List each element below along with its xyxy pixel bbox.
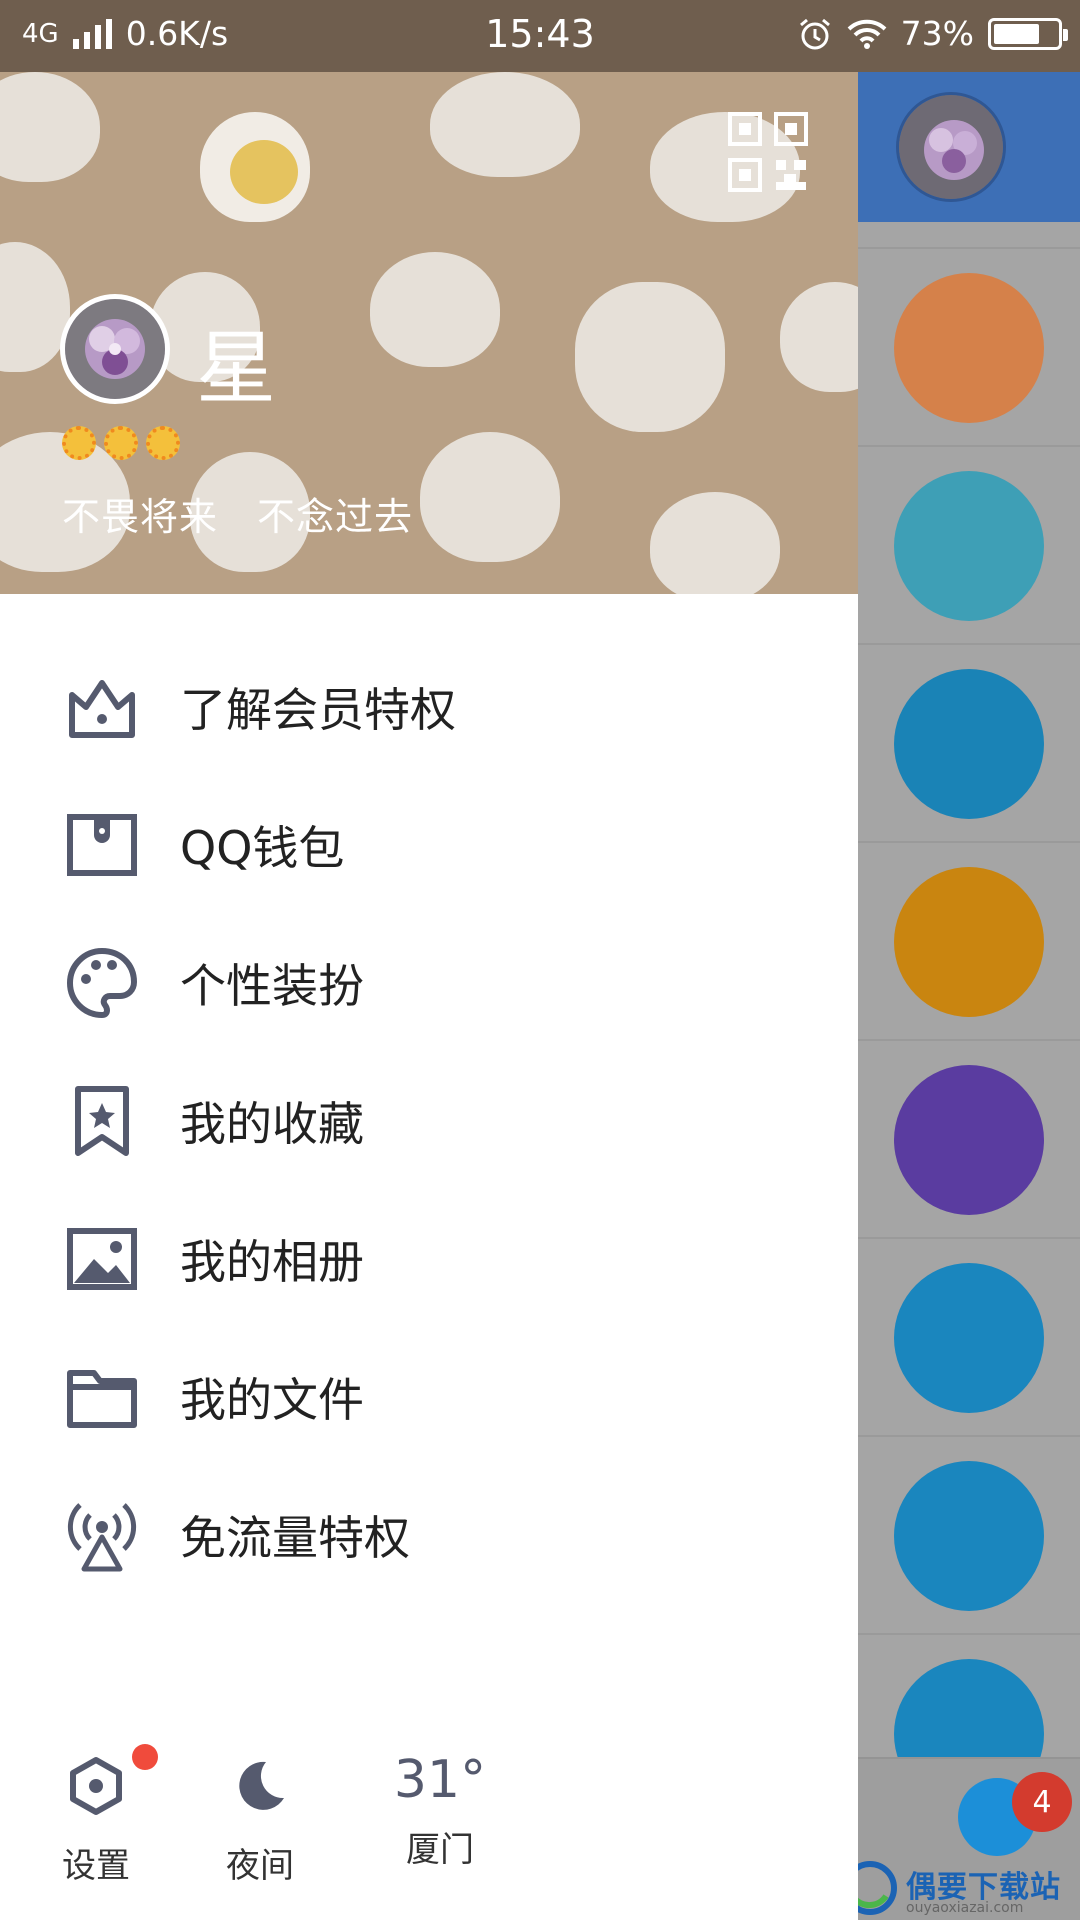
- graduation-cap-icon: [894, 471, 1044, 621]
- battery-icon: [988, 17, 1068, 50]
- background-app-header: [858, 72, 1080, 222]
- wallet-icon: [67, 814, 137, 876]
- bookmark-star-icon: [75, 1086, 129, 1156]
- drawer-menu: 了解会员特权 QQ钱包 个性装扮 我的收藏 我的相册 我的文件 免流量特权: [0, 638, 858, 1604]
- decor-bear: [575, 282, 725, 432]
- menu-item-personalization[interactable]: 个性装扮: [0, 914, 858, 1052]
- weather-temperature: 31°: [393, 1750, 487, 1810]
- menu-item-qq-wallet[interactable]: QQ钱包: [0, 776, 858, 914]
- qr-code-icon[interactable]: [728, 112, 808, 192]
- palette-icon: [67, 947, 138, 1019]
- decor-egg-yolk: [230, 140, 298, 204]
- background-list-item[interactable]: [858, 1039, 1080, 1237]
- menu-item-label: 我的相册: [180, 1235, 364, 1289]
- weather-city: 厦门: [406, 1830, 474, 1870]
- background-list-item[interactable]: [858, 445, 1080, 643]
- status-right: 73%: [797, 14, 1068, 53]
- moon-icon: [239, 1761, 284, 1810]
- sun-icon: [104, 426, 138, 460]
- sun-icon: [146, 426, 180, 460]
- decor-bun: [430, 72, 580, 177]
- wifi-icon: [847, 19, 887, 49]
- background-list-item[interactable]: [858, 841, 1080, 1039]
- drawer-footer: 设置 夜间 31° 厦门: [0, 1744, 858, 1920]
- settings-red-dot: [132, 1744, 158, 1770]
- background-app[interactable]: [858, 72, 1080, 1920]
- background-list-item[interactable]: [858, 1435, 1080, 1633]
- menu-item-label: 免流量特权: [180, 1511, 410, 1565]
- background-list-item[interactable]: [858, 643, 1080, 841]
- badge-icon: [894, 273, 1044, 423]
- decor-bun: [370, 252, 500, 367]
- status-bar: 4G 0.6K/s 15:43 73%: [0, 0, 1080, 72]
- alarm-icon: [799, 18, 830, 49]
- bell-icon: [894, 669, 1044, 819]
- side-drawer: 星 不畏将来 不念过去 了解会员特权 QQ钱包 个性装扮 我的收藏 我的相册 我…: [0, 72, 858, 1920]
- folder-icon: [67, 1370, 137, 1428]
- notification-badge: 4: [1012, 1772, 1072, 1832]
- menu-item-label: 个性装扮: [180, 959, 364, 1013]
- chat-bubble-icon: [894, 1263, 1044, 1413]
- watermark-url: ouyaoxiazai.com: [906, 1900, 1024, 1916]
- menu-item-label: 我的文件: [180, 1373, 364, 1427]
- decor-bun: [0, 72, 100, 182]
- photo-icon: [67, 1228, 137, 1290]
- menu-item-my-files[interactable]: 我的文件: [0, 1328, 858, 1466]
- contacts-icon: [894, 1461, 1044, 1611]
- qq-shop-icon: [894, 867, 1044, 1017]
- night-mode-button[interactable]: 夜间: [200, 1744, 320, 1894]
- background-list-item[interactable]: [858, 247, 1080, 445]
- menu-item-label: 我的收藏: [180, 1097, 364, 1151]
- weather-button[interactable]: 31° 厦门: [370, 1744, 510, 1894]
- battery-fill: [994, 23, 1040, 44]
- background-avatar[interactable]: [896, 92, 1006, 202]
- decor-bun: [650, 492, 780, 594]
- video-play-icon: [894, 1065, 1044, 1215]
- background-list-item[interactable]: [858, 1237, 1080, 1435]
- profile-nickname[interactable]: 星: [196, 304, 276, 420]
- menu-item-favorites[interactable]: 我的收藏: [0, 1052, 858, 1190]
- night-mode-label: 夜间: [226, 1846, 294, 1886]
- menu-item-free-data[interactable]: 免流量特权: [0, 1466, 858, 1604]
- menu-item-label: 了解会员特权: [180, 683, 456, 737]
- decor-bun: [780, 282, 858, 392]
- level-badges[interactable]: [62, 426, 180, 460]
- profile-signature[interactable]: 不畏将来 不念过去: [62, 486, 413, 541]
- menu-item-vip-privileges[interactable]: 了解会员特权: [0, 638, 858, 776]
- sun-icon: [62, 426, 96, 460]
- menu-item-label: QQ钱包: [180, 821, 345, 875]
- profile-header[interactable]: 星 不畏将来 不念过去: [0, 72, 858, 594]
- watermark: 偶要下载站 ouyaoxiazai.com: [840, 1858, 1080, 1920]
- settings-label: 设置: [62, 1846, 130, 1886]
- signal-tower-icon: [67, 1503, 137, 1572]
- battery-percent: 73%: [900, 14, 974, 53]
- settings-hexagon-icon: [70, 1757, 122, 1815]
- decor-bun: [420, 432, 560, 562]
- menu-item-photo-album[interactable]: 我的相册: [0, 1190, 858, 1328]
- profile-avatar[interactable]: [60, 294, 170, 404]
- crown-icon: [69, 680, 135, 738]
